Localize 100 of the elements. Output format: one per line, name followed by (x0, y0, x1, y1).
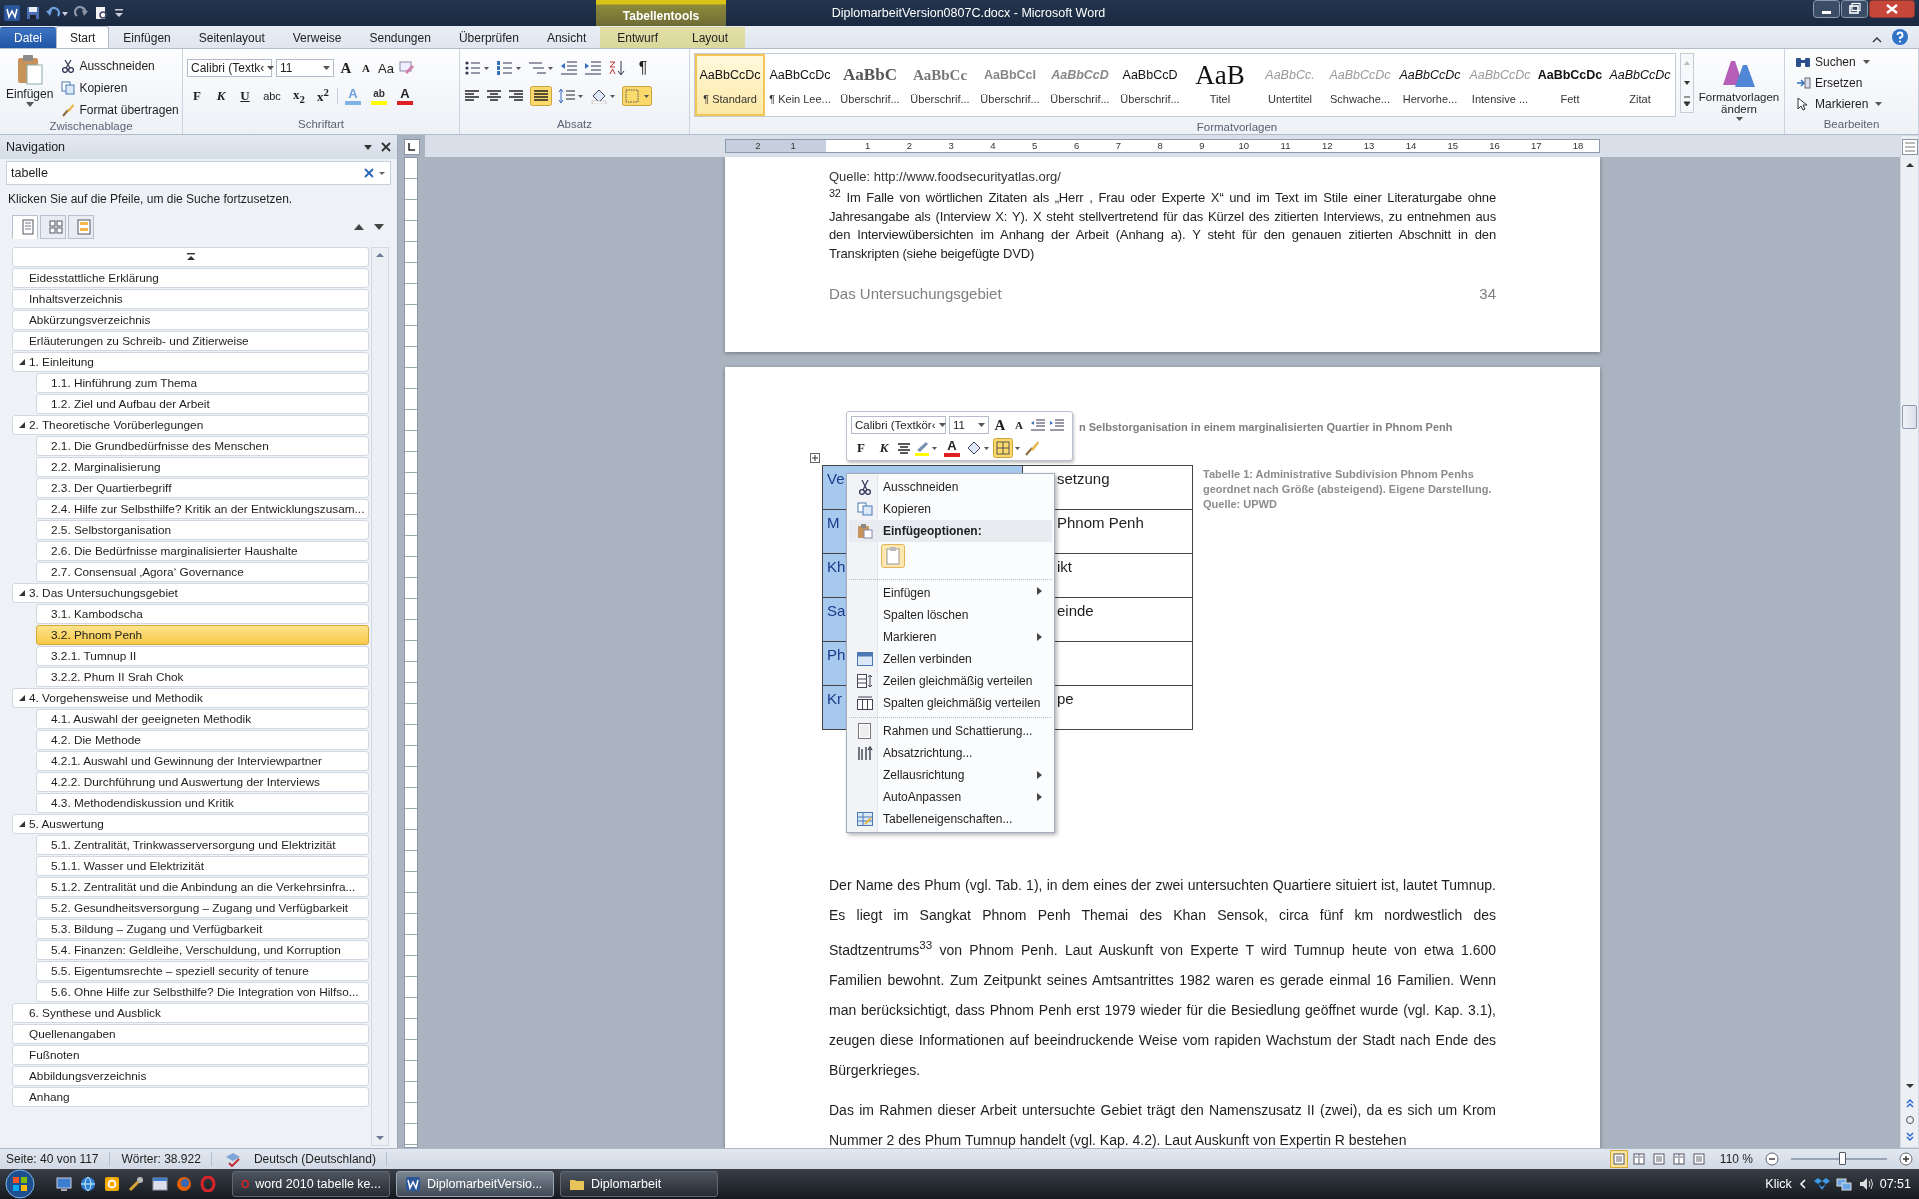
menu-item[interactable]: Rahmen und Schattierung... (849, 717, 1052, 742)
ruler-toggle-icon[interactable] (1901, 139, 1918, 155)
style-preset[interactable]: AaBbCcDc ¶ Kein Lee... (765, 54, 835, 116)
pane-menu-icon[interactable] (363, 142, 373, 152)
taskbar-button[interactable]: DiplomarbeitVersio... (396, 1171, 554, 1197)
expand-arrow-icon[interactable] (18, 820, 26, 828)
minimize-icon[interactable] (1813, 0, 1840, 18)
heading-item[interactable]: Erläuterungen zu Schreib- und Zitierweise (12, 331, 369, 351)
ribbon-tab[interactable]: Seitenlayout (184, 27, 279, 48)
style-preset[interactable]: AaBbCcD Überschrif... (1115, 54, 1185, 116)
ribbon-tab[interactable]: Verweise (278, 27, 356, 48)
justify-icon[interactable] (530, 86, 552, 106)
style-preset[interactable]: AaBbCcDc Hervorhe... (1395, 54, 1465, 116)
style-preset[interactable]: AaBbCcDc Intensive ... (1465, 54, 1535, 116)
heading-item[interactable]: 5.1. Zentralität, Trinkwasserversorgung und Elektrizität (36, 835, 369, 855)
align-right-icon[interactable] (508, 88, 524, 104)
font-size-field[interactable]: 11 (276, 59, 334, 77)
style-preset[interactable]: AaBbCcD Überschrif... (1045, 54, 1115, 116)
zoom-in-icon[interactable] (1899, 1152, 1913, 1166)
word-icon[interactable] (4, 5, 20, 21)
format-button[interactable]: F (851, 438, 871, 458)
clipboard-button[interactable]: Ausschneiden (61, 56, 179, 76)
scrollbar-thumb[interactable] (1902, 405, 1917, 429)
font-name-field[interactable]: Calibri (Textkör‹ (851, 416, 946, 434)
show-formatting-button[interactable]: ¶ (632, 58, 654, 78)
taskbar-button[interactable]: word 2010 tabelle ke... (232, 1171, 390, 1197)
heading-item[interactable]: 1. Einleitung (12, 352, 369, 372)
next-result-icon[interactable] (373, 222, 385, 232)
style-preset[interactable]: AaBbCc. Untertitel (1255, 54, 1325, 116)
heading-item[interactable]: Quellenangaben (12, 1024, 369, 1044)
zoom-slider[interactable] (1791, 1152, 1887, 1166)
clear-formatting-icon[interactable] (398, 60, 416, 76)
ribbon-tab[interactable]: Start (56, 26, 110, 48)
heading-item[interactable]: 5.6. Ohne Hilfe zur Selbsthilfe? Die Integration von Hilfso... (36, 982, 369, 1002)
close-icon[interactable] (1869, 0, 1915, 18)
expand-arrow-icon[interactable] (18, 694, 26, 702)
expand-arrow-icon[interactable] (18, 358, 26, 366)
desktop-icon[interactable] (56, 1176, 72, 1192)
heading-item[interactable]: Anhang (12, 1087, 369, 1107)
heading-item[interactable]: 4.1. Auswahl der geeigneten Methodik (36, 709, 369, 729)
clock[interactable]: 07:51 (1879, 1177, 1911, 1191)
format-button[interactable]: abc (259, 86, 285, 106)
heading-item[interactable]: 2. Theoretische Vorüberlegungen (12, 415, 369, 435)
expand-arrow-icon[interactable] (18, 421, 26, 429)
network-icon[interactable] (1835, 1176, 1852, 1192)
heading-item[interactable]: 4.3. Methodendiskussion und Kritik (36, 793, 369, 813)
menu-item[interactable]: Tabelleneigenschaften... (849, 808, 1052, 830)
menu-item[interactable]: Zellausrichtung (849, 764, 1052, 786)
heading-item[interactable]: 3.2.2. Phum II Srah Chok (36, 667, 369, 687)
expand-arrow-icon[interactable] (18, 589, 26, 597)
editing-button[interactable]: Ersetzen (1795, 73, 1914, 93)
heading-item[interactable]: 5.2. Gesundheitsversorgung – Zugang und Verfügbarkeit (36, 898, 369, 918)
heading-item[interactable]: 2.5. Selbstorganisation (36, 520, 369, 540)
heading-item[interactable]: 3. Das Untersuchungsgebiet (12, 583, 369, 603)
ribbon-tab[interactable]: Einfügen (109, 27, 185, 48)
editing-button[interactable]: Markieren (1795, 94, 1914, 114)
previous-result-icon[interactable] (353, 222, 365, 232)
sort-icon[interactable] (608, 60, 626, 76)
menu-item[interactable]: Absatzrichtung... (849, 742, 1052, 764)
style-preset[interactable]: AaBbCcI Überschrif... (975, 54, 1045, 116)
shading-icon[interactable] (966, 440, 990, 456)
opera-icon[interactable] (200, 1176, 216, 1192)
color-button[interactable]: ab (368, 86, 390, 106)
word-count[interactable]: Wörter: 38.922 (121, 1152, 212, 1166)
style-preset[interactable]: AaBbCcDc Zitat (1605, 54, 1675, 116)
view-tab[interactable] (40, 215, 66, 239)
heading-item[interactable]: 4.2.1. Auswahl und Gewinnung der Interviewpartner (36, 751, 369, 771)
heading-item[interactable]: 5.1.1. Wasser und Elektrizität (36, 856, 369, 876)
font-name-field[interactable]: Calibri (Textk‹ (187, 59, 272, 77)
heading-item[interactable]: 2.6. Die Bedürfnisse marginalisierter Haushalte (36, 541, 369, 561)
heading-item[interactable]: 4. Vorgehensweise und Methodik (12, 688, 369, 708)
paste-button[interactable]: Einfügen (4, 52, 56, 120)
font-size-button[interactable]: A (338, 58, 354, 78)
color-button[interactable]: A (394, 86, 416, 106)
style-preset[interactable]: AaBbC Überschrif... (835, 54, 905, 116)
style-preset[interactable]: AaBbCcDc Schwache... (1325, 54, 1395, 116)
bullet-list-icon[interactable] (464, 60, 490, 76)
ribbon-tab[interactable]: Ansicht (532, 27, 601, 48)
format-button[interactable]: K (874, 438, 894, 458)
heading-item[interactable]: 2.1. Die Grundbedürfnisse des Menschen (36, 436, 369, 456)
window-icon[interactable] (152, 1176, 168, 1192)
ribbon-tab[interactable]: Überprüfen (444, 27, 533, 48)
language-indicator[interactable]: Deutsch (Deutschland) (253, 1152, 387, 1166)
heading-item[interactable]: 6. Synthese und Ausblick (12, 1003, 369, 1023)
customize-caret-icon[interactable] (114, 6, 124, 20)
change-case-button[interactable]: Aa (378, 58, 394, 78)
gallery-scrollbar-icon[interactable] (1680, 53, 1694, 113)
zoom-level[interactable]: 110 % (1719, 1152, 1753, 1166)
font-color-button[interactable]: A (941, 438, 963, 458)
menu-item[interactable]: Einfügen (849, 579, 1052, 604)
print-preview-icon[interactable] (94, 6, 108, 20)
heading-item[interactable]: 4.2.2. Durchführung und Auswertung der Interviews (36, 772, 369, 792)
heading-item[interactable]: 3.2. Phnom Penh (36, 625, 369, 645)
decrease-indent-icon[interactable] (560, 60, 578, 76)
view-tab[interactable] (68, 215, 94, 239)
ribbon-tab[interactable]: Datei (0, 27, 56, 48)
format-button[interactable]: x$_{2}$ (289, 86, 309, 106)
format-painter-icon[interactable] (1024, 440, 1040, 456)
heading-item[interactable]: 2.2. Marginalisierung (36, 457, 369, 477)
heading-item[interactable]: 5.1.2. Zentralität und die Anbindung an die Verkehrsinfra... (36, 877, 369, 897)
